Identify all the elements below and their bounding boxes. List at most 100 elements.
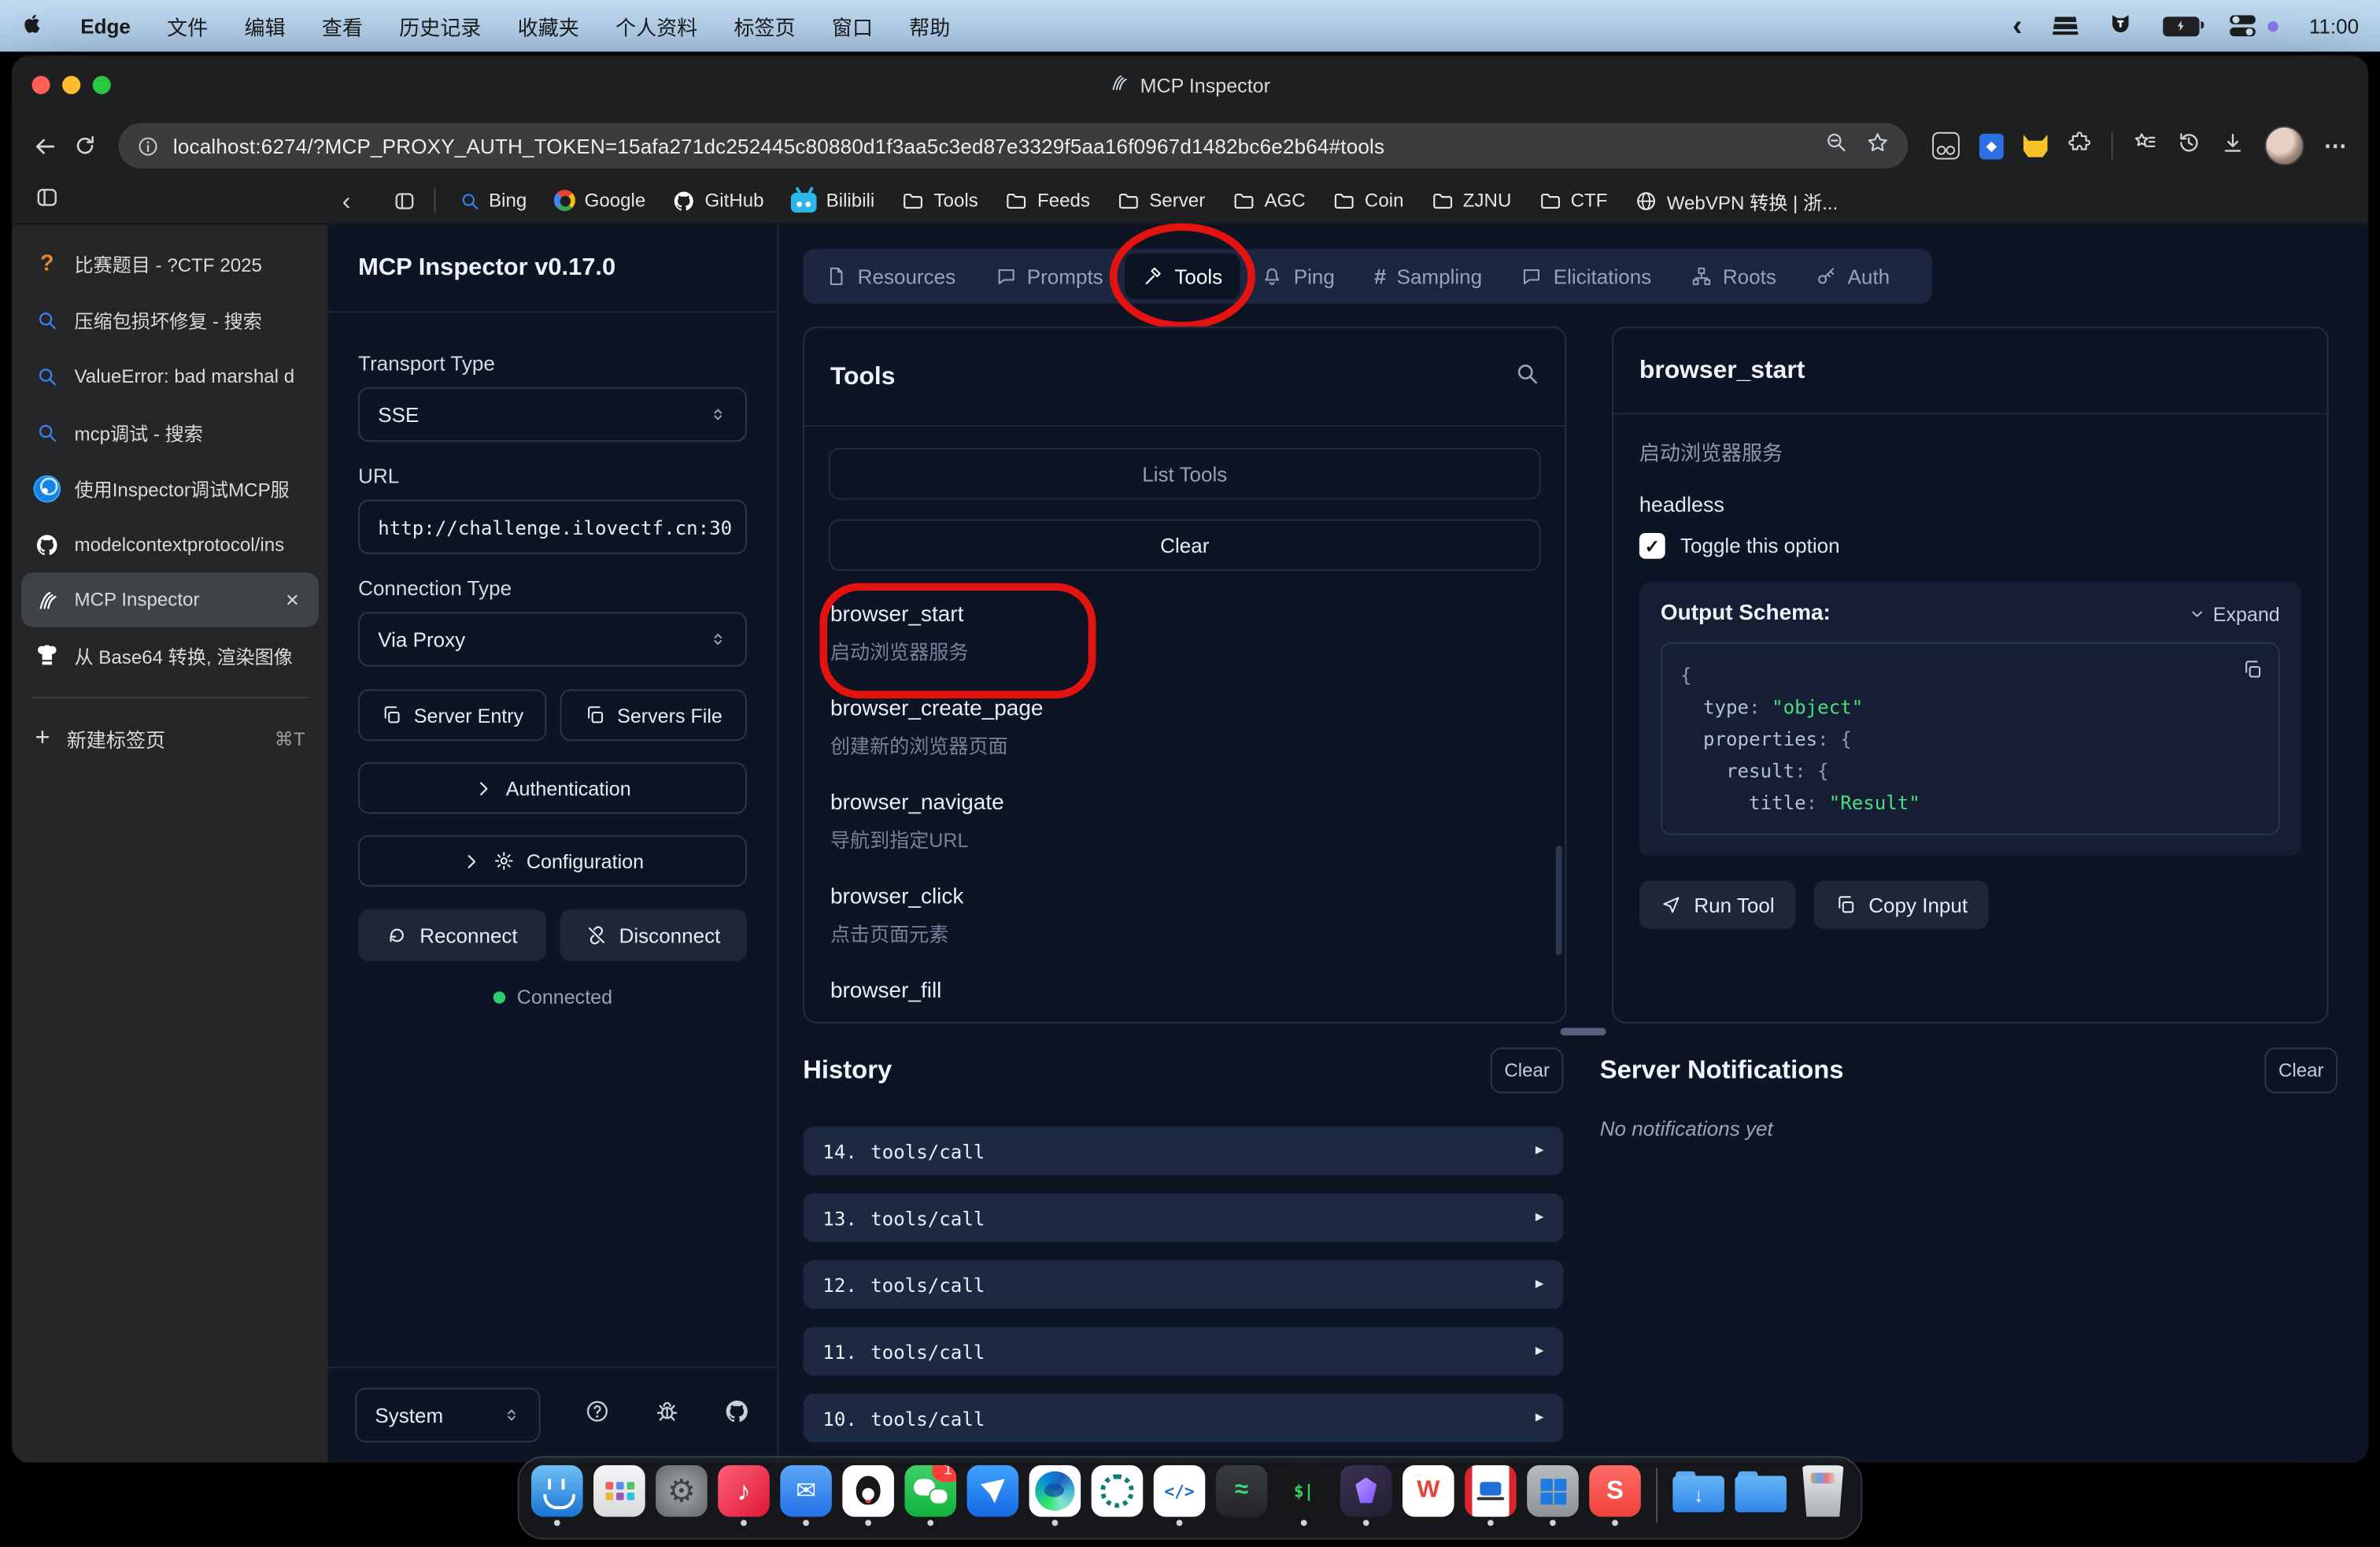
browser-tab-2[interactable]: ValueError: bad marshal d xyxy=(12,348,327,404)
authentication-expander[interactable]: Authentication xyxy=(358,762,747,814)
clear-notifications-button[interactable]: Clear xyxy=(2264,1048,2338,1094)
copy-schema-icon[interactable] xyxy=(2242,659,2264,688)
dock-qq[interactable] xyxy=(842,1465,894,1526)
terminal-app-icon[interactable] xyxy=(1278,1465,1330,1517)
browser-tab-1[interactable]: 压缩包损坏修复 - 搜索 xyxy=(12,291,327,347)
minimize-window-button[interactable] xyxy=(62,76,80,94)
dock-system-settings[interactable] xyxy=(656,1465,708,1526)
menu-item-2[interactable]: 查看 xyxy=(322,11,363,42)
expand-row-icon[interactable]: ▶ xyxy=(1536,1344,1543,1359)
launchpad-app-icon[interactable] xyxy=(593,1465,645,1517)
profile-avatar[interactable] xyxy=(2264,126,2304,165)
trash-app-icon[interactable] xyxy=(1797,1465,1849,1517)
server-entry-button[interactable]: Server Entry xyxy=(358,690,545,742)
dock-downloads[interactable] xyxy=(1672,1465,1724,1526)
tab-auth[interactable]: Auth xyxy=(1798,254,1908,299)
split-screen-icon[interactable] xyxy=(1932,132,1960,160)
windows-app-icon[interactable] xyxy=(1527,1465,1579,1517)
copy-input-button[interactable]: Copy Input xyxy=(1814,881,1989,930)
panel-resize-handle[interactable] xyxy=(1561,1028,1606,1036)
history-row-2[interactable]: 12. tools/call ▶ xyxy=(803,1260,1563,1309)
tool-item-browser_click[interactable]: browser_click 点击页面元素 xyxy=(829,885,1541,947)
tool-item-browser_fill[interactable]: browser_fill xyxy=(829,979,1541,1023)
github-link-icon[interactable] xyxy=(724,1398,750,1431)
close-tab-icon[interactable]: × xyxy=(281,587,303,613)
more-menu-icon[interactable]: ⋯ xyxy=(2324,132,2349,160)
bookmark-ZJNU[interactable]: ZJNU xyxy=(1419,184,1524,217)
tools-search-icon[interactable] xyxy=(1515,361,1539,393)
music-app-icon[interactable] xyxy=(718,1465,770,1517)
reload-button[interactable] xyxy=(73,134,98,158)
tab-deck-icon[interactable] xyxy=(35,184,59,217)
tab-ping[interactable]: Ping xyxy=(1244,254,1353,299)
tool-item-browser_start[interactable]: browser_start 启动浏览器服务 xyxy=(829,603,1541,665)
site-info-icon[interactable] xyxy=(137,135,160,157)
url-input[interactable]: http://challenge.ilovectf.cn:30 xyxy=(358,500,747,554)
dock-wps[interactable] xyxy=(1402,1465,1454,1526)
downloads-app-icon[interactable] xyxy=(1672,1465,1724,1517)
history-row-0[interactable]: 14. tools/call ▶ xyxy=(803,1127,1563,1175)
url-text[interactable]: localhost:6274/?MCP_PROXY_AUTH_TOKEN=15a… xyxy=(173,135,1811,157)
disconnect-button[interactable]: Disconnect xyxy=(560,909,747,961)
finder-app-icon[interactable] xyxy=(531,1465,583,1517)
dingtalk-app-icon[interactable] xyxy=(967,1465,1019,1517)
tool-item-browser_create_page[interactable]: browser_create_page 创建新的浏览器页面 xyxy=(829,697,1541,759)
system-settings-app-icon[interactable] xyxy=(656,1465,708,1517)
dock-parallels[interactable] xyxy=(1465,1465,1517,1526)
dock-mail[interactable] xyxy=(780,1465,832,1526)
menu-item-6[interactable]: 标签页 xyxy=(734,11,796,42)
address-bar[interactable]: localhost:6274/?MCP_PROXY_AUTH_TOKEN=15a… xyxy=(118,123,1908,168)
history-row-4[interactable]: 10. tools/call ▶ xyxy=(803,1393,1563,1442)
expand-row-icon[interactable]: ▶ xyxy=(1536,1411,1543,1426)
transport-type-select[interactable]: SSE xyxy=(358,387,747,442)
clear-tools-button[interactable]: Clear xyxy=(829,520,1541,572)
menu-app-name[interactable]: Edge xyxy=(80,14,131,37)
obsidian-app-icon[interactable] xyxy=(1340,1465,1392,1517)
headless-checkbox[interactable]: ✓ xyxy=(1639,533,1665,559)
dock-documents[interactable] xyxy=(1735,1465,1787,1526)
dock-finder[interactable] xyxy=(531,1465,583,1526)
browser-tab-5[interactable]: modelcontextprotocol/ins xyxy=(12,516,327,572)
bookmark-Feeds[interactable]: Feeds xyxy=(993,184,1102,217)
wps-app-icon[interactable] xyxy=(1402,1465,1454,1517)
dock-launchpad[interactable] xyxy=(593,1465,645,1526)
bug-report-icon[interactable] xyxy=(654,1398,680,1431)
close-window-button[interactable] xyxy=(32,76,50,94)
edge-app-icon[interactable] xyxy=(1029,1465,1081,1517)
browser-tab-4[interactable]: 使用Inspector调试MCP服 xyxy=(12,460,327,516)
control-center-icon[interactable] xyxy=(2230,15,2256,36)
expand-row-icon[interactable]: ▶ xyxy=(1536,1210,1543,1225)
sidebar-collapse-icon[interactable]: ‹ xyxy=(342,187,351,213)
tab-sampling[interactable]: # Sampling xyxy=(1356,254,1500,299)
collections-icon[interactable] xyxy=(381,189,428,212)
window-titlebar[interactable]: MCP Inspector xyxy=(12,56,2367,113)
dock-activity-monitor[interactable] xyxy=(1216,1465,1268,1526)
zoom-icon[interactable] xyxy=(1824,131,1847,161)
mail-app-icon[interactable] xyxy=(780,1465,832,1517)
bookmark-Server[interactable]: Server xyxy=(1105,184,1217,217)
tab-resources[interactable]: Resources xyxy=(808,254,974,299)
new-tab-button[interactable]: + 新建标签页 ⌘T xyxy=(12,712,327,764)
expand-row-icon[interactable]: ▶ xyxy=(1536,1277,1543,1292)
menubar-cat-icon[interactable] xyxy=(2108,11,2133,40)
bookmark-CTF[interactable]: CTF xyxy=(1527,184,1620,217)
bookmark-Coin[interactable]: Coin xyxy=(1321,184,1416,217)
tab-roots[interactable]: Roots xyxy=(1672,254,1794,299)
connection-type-select[interactable]: Via Proxy xyxy=(358,612,747,666)
bookmark-WebVPN 转换 | 浙...[interactable]: WebVPN 转换 | 浙... xyxy=(1623,181,1850,219)
menubar-stack-icon[interactable] xyxy=(2053,17,2079,35)
apple-menu-icon[interactable] xyxy=(21,12,44,39)
history-row-1[interactable]: 13. tools/call ▶ xyxy=(803,1194,1563,1242)
expand-row-icon[interactable]: ▶ xyxy=(1536,1143,1543,1158)
documents-app-icon[interactable] xyxy=(1735,1465,1787,1517)
zoom-window-button[interactable] xyxy=(93,76,111,94)
parallels-app-icon[interactable] xyxy=(1465,1465,1517,1517)
reconnect-button[interactable]: Reconnect xyxy=(358,909,545,961)
history-icon[interactable] xyxy=(2177,130,2201,162)
vscode-app-icon[interactable] xyxy=(1154,1465,1206,1517)
browser-tab-0[interactable]: ? 比赛题目 - ?CTF 2025 xyxy=(12,235,327,291)
run-tool-button[interactable]: Run Tool xyxy=(1639,881,1796,930)
dock-vscode[interactable] xyxy=(1154,1465,1206,1526)
menu-item-0[interactable]: 文件 xyxy=(167,11,208,42)
menu-item-5[interactable]: 个人资料 xyxy=(615,11,697,42)
